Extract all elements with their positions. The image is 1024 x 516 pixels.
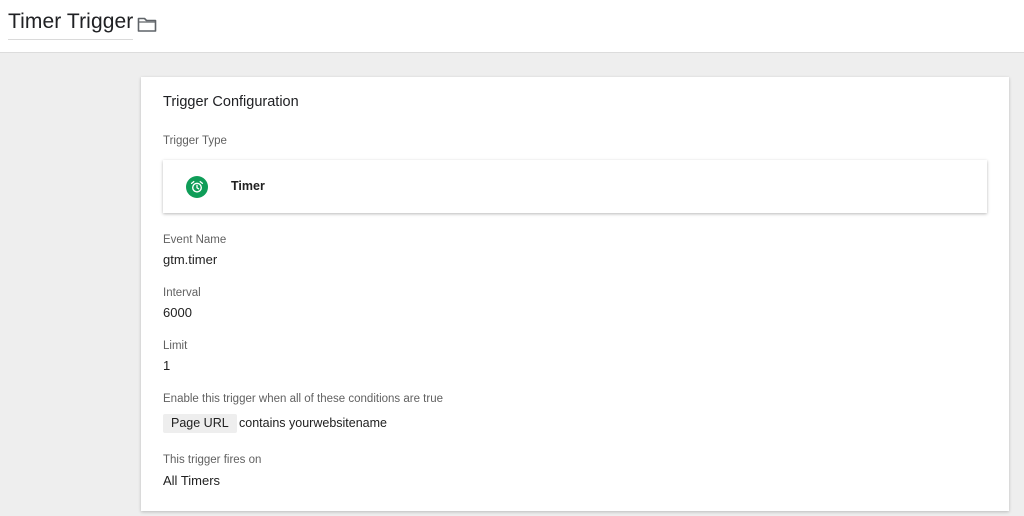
interval-value: 6000	[163, 305, 192, 320]
trigger-configuration-card[interactable]: Trigger Configuration Trigger Type Timer…	[141, 77, 1009, 511]
trigger-type-label: Trigger Type	[163, 135, 227, 147]
card-title: Trigger Configuration	[163, 94, 299, 110]
interval-label: Interval	[163, 287, 201, 299]
condition-operator-value: contains yourwebsitename	[239, 416, 387, 430]
page-title[interactable]: Timer Trigger	[8, 10, 134, 40]
event-name-value: gtm.timer	[163, 252, 218, 267]
trigger-type-name: Timer	[231, 179, 265, 193]
fires-on-value: All Timers	[163, 473, 221, 488]
limit-value: 1	[163, 358, 171, 373]
condition-label: Enable this trigger when all of these co…	[163, 393, 443, 405]
limit-label: Limit	[163, 340, 188, 352]
fires-on-label: This trigger fires on	[163, 454, 262, 466]
trigger-type-selector[interactable]: Timer	[163, 160, 987, 213]
condition-variable-chip: Page URL	[163, 414, 237, 433]
page-header: Timer Trigger	[0, 0, 1024, 53]
alarm-clock-icon	[186, 176, 208, 198]
event-name-label: Event Name	[163, 234, 227, 246]
folder-icon[interactable]	[137, 15, 157, 33]
